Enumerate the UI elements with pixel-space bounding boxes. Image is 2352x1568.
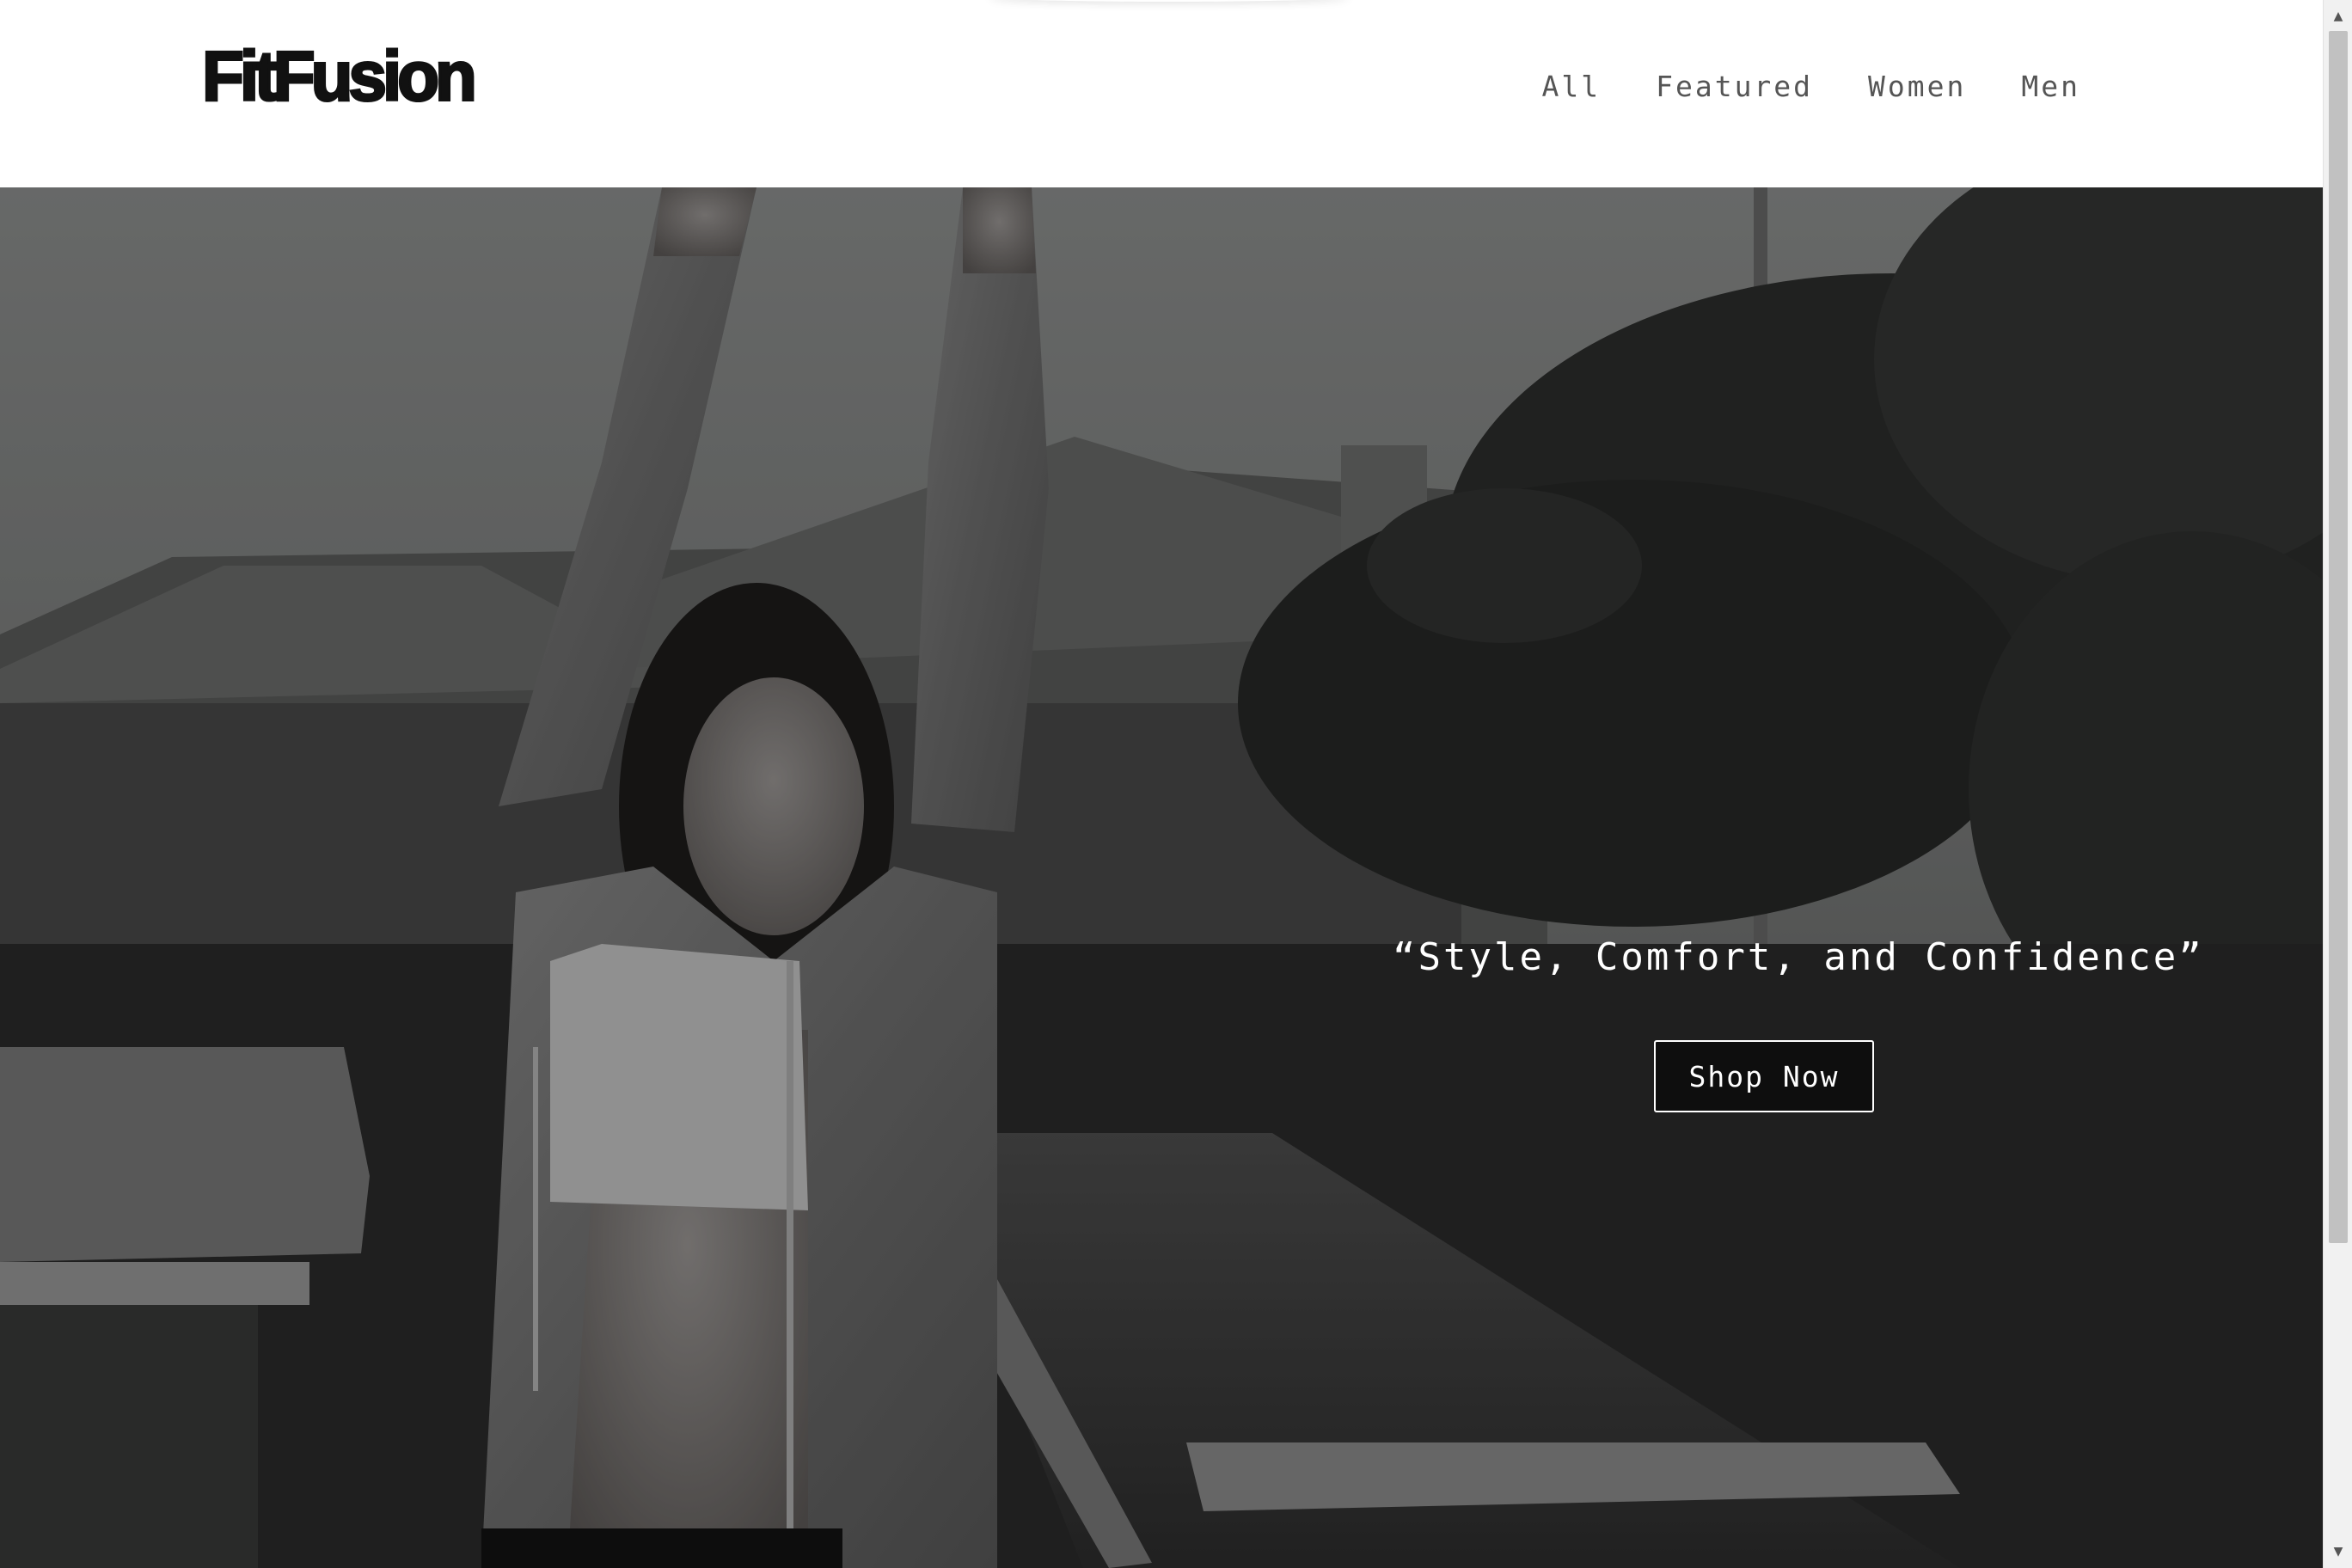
scrollbar-thumb[interactable] [2329, 31, 2348, 1243]
nav-item-men[interactable]: Men [2021, 72, 2080, 101]
site-header: FitFusion All Featured Women Men [0, 0, 2323, 187]
hero-overlay [0, 187, 2323, 1568]
shop-now-button[interactable]: Shop Now [1654, 1040, 1874, 1112]
header-shadow [989, 0, 1350, 2]
chevron-up-icon[interactable]: ▲ [2324, 3, 2352, 29]
hero-section: “Style, Comfort, and Confidence” Shop No… [0, 187, 2323, 1568]
chevron-down-icon[interactable]: ▼ [2324, 1539, 2352, 1565]
hero-tagline: “Style, Comfort, and Confidence” [1393, 935, 2204, 979]
page: FitFusion All Featured Women Men “Style,… [0, 0, 2352, 1568]
nav-item-all[interactable]: All [1541, 72, 1601, 101]
nav-item-women[interactable]: Women [1868, 72, 1966, 101]
main-nav: All Featured Women Men [1541, 72, 2080, 101]
logo[interactable]: FitFusion [201, 40, 479, 113]
page-scrollbar[interactable]: ▲ ▼ [2323, 0, 2352, 1568]
nav-item-featured[interactable]: Featured [1656, 72, 1813, 101]
